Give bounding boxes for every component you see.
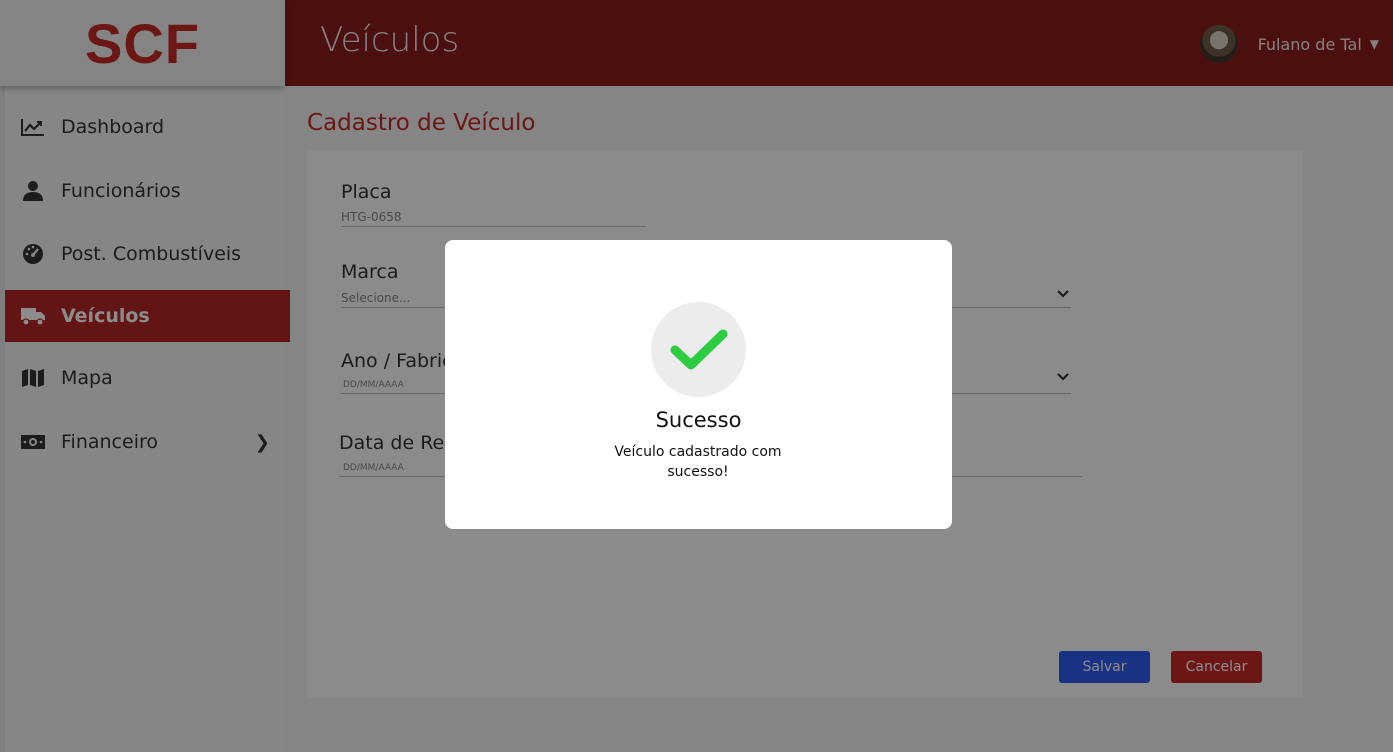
modal-message: Veículo cadastrado com sucesso! (614, 444, 782, 480)
check-circle (651, 302, 746, 397)
check-icon (670, 329, 727, 369)
success-modal: Sucesso Veículo cadastrado com sucesso! (445, 240, 952, 529)
modal-title: Sucesso (655, 408, 742, 432)
